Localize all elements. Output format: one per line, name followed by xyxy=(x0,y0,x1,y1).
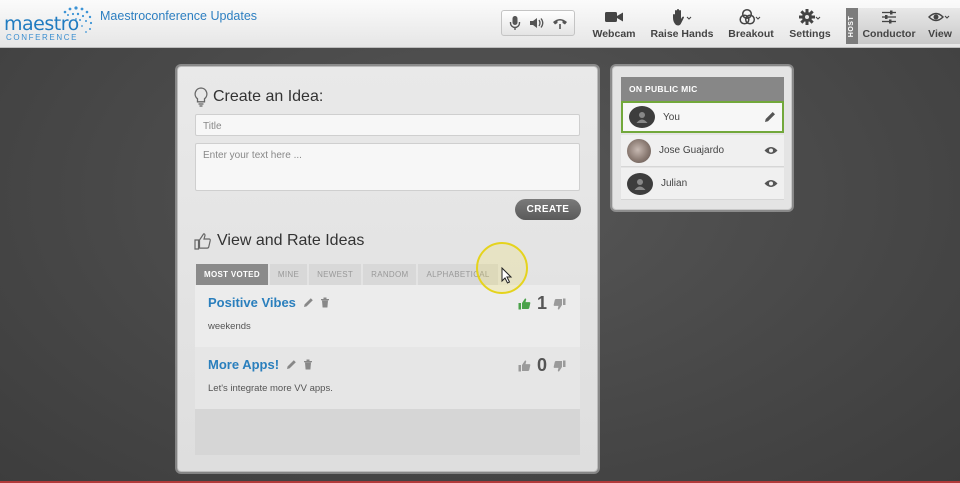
participant-action[interactable] xyxy=(764,179,778,188)
tab-most-voted[interactable]: MOST VOTED xyxy=(196,264,268,285)
create-idea-title: Create an Idea: xyxy=(213,88,324,105)
idea-title: Positive Vibes xyxy=(208,295,336,310)
webcam-label: Webcam xyxy=(592,28,636,40)
view-ideas-heading: View and Rate Ideas xyxy=(194,232,364,250)
sliders-icon xyxy=(882,10,896,24)
gear-icon xyxy=(799,9,821,25)
breakout-button[interactable]: Breakout xyxy=(727,8,775,44)
pencil-icon[interactable] xyxy=(286,359,297,370)
host-badge-label: HOST xyxy=(848,15,856,37)
participant-action[interactable] xyxy=(764,146,778,155)
thumbs-up-icon xyxy=(194,233,211,250)
logo-subtitle: CONFERENCE xyxy=(6,33,79,42)
avatar xyxy=(627,172,653,195)
audio-controls xyxy=(501,10,575,36)
pencil-icon[interactable] xyxy=(303,297,314,308)
create-button[interactable]: CREATE xyxy=(515,199,581,220)
downvote-icon[interactable] xyxy=(553,360,566,372)
logo-wordmark: maestro xyxy=(4,13,79,35)
idea-description: weekends xyxy=(208,321,251,332)
trash-icon[interactable] xyxy=(303,359,313,370)
breakout-label: Breakout xyxy=(728,28,774,40)
participant-name: Julian xyxy=(661,178,688,189)
default-avatar-icon xyxy=(634,178,646,190)
hang-up-phone-icon[interactable] xyxy=(552,16,568,30)
view-button[interactable]: View xyxy=(924,8,956,44)
ideas-list: Positive Vibes weekends 1 More Apps! Let… xyxy=(195,285,580,455)
vote-count: 1 xyxy=(536,293,547,313)
idea-title-link[interactable]: More Apps! xyxy=(208,357,279,372)
participant-action[interactable] xyxy=(764,111,776,123)
idea-text-input[interactable]: Enter your text here ... xyxy=(195,143,580,191)
avatar xyxy=(629,106,655,128)
conductor-button[interactable]: Conductor xyxy=(862,8,916,44)
ideas-panel: Create an Idea: Title Enter your text he… xyxy=(177,66,598,472)
raise-hands-label: Raise Hands xyxy=(650,28,714,40)
tab-newest[interactable]: NEWEST xyxy=(309,264,362,285)
view-label: View xyxy=(928,28,952,40)
vote-count: 0 xyxy=(536,355,547,375)
pencil-icon[interactable] xyxy=(764,111,776,123)
video-camera-icon xyxy=(605,12,623,22)
public-mic-panel: ON PUBLIC MIC You Jose Guajardo Julian xyxy=(612,66,792,210)
vote-controls: 0 xyxy=(518,355,566,376)
participant-name: Jose Guajardo xyxy=(659,145,725,156)
idea-sort-tabs: MOST VOTED MINE NEWEST RANDOM ALPHABETIC… xyxy=(196,264,500,285)
tab-mine[interactable]: MINE xyxy=(269,264,308,285)
idea-title-placeholder: Title xyxy=(203,121,222,132)
view-ideas-title: View and Rate Ideas xyxy=(217,232,365,249)
mouse-pointer-icon xyxy=(501,267,513,284)
eye-icon[interactable] xyxy=(764,179,778,188)
list-item: Positive Vibes weekends 1 xyxy=(195,285,580,347)
idea-text-placeholder: Enter your text here ... xyxy=(203,150,302,161)
idea-title-input[interactable]: Title xyxy=(195,114,580,136)
breakout-circles-icon xyxy=(739,8,761,25)
participant-row-you[interactable]: You xyxy=(621,101,784,133)
public-mic-header: ON PUBLIC MIC xyxy=(621,77,784,101)
idea-description: Let's integrate more VV apps. xyxy=(208,383,333,394)
create-idea-heading: Create an Idea: xyxy=(194,87,323,107)
settings-button[interactable]: Settings xyxy=(789,8,831,44)
avatar xyxy=(627,138,651,163)
webcam-button[interactable]: Webcam xyxy=(592,8,636,44)
host-badge: HOST xyxy=(846,8,858,44)
idea-title-link[interactable]: Positive Vibes xyxy=(208,295,296,310)
vote-controls: 1 xyxy=(518,293,566,314)
participant-name: You xyxy=(663,111,680,123)
upvote-icon[interactable] xyxy=(518,297,531,310)
raise-hands-button[interactable]: Raise Hands xyxy=(650,8,714,44)
trash-icon[interactable] xyxy=(320,297,330,308)
eye-icon[interactable] xyxy=(764,146,778,155)
list-item: More Apps! Let's integrate more VV apps.… xyxy=(195,347,580,409)
tab-random[interactable]: RANDOM xyxy=(363,264,417,285)
top-toolbar: maestro CONFERENCE Maestroconference Upd… xyxy=(0,0,960,48)
maestro-logo: maestro CONFERENCE xyxy=(4,4,96,44)
raised-hand-icon xyxy=(673,9,692,26)
default-avatar-icon xyxy=(636,112,648,123)
conductor-label: Conductor xyxy=(862,28,916,40)
eye-icon xyxy=(928,12,950,22)
participant-row[interactable]: Jose Guajardo xyxy=(621,135,784,167)
conference-title: Maestroconference Updates xyxy=(100,9,258,23)
participant-row[interactable]: Julian xyxy=(621,168,784,200)
downvote-icon[interactable] xyxy=(553,298,566,310)
lightbulb-icon xyxy=(194,87,208,107)
idea-title: More Apps! xyxy=(208,357,319,372)
speaker-icon[interactable] xyxy=(529,16,545,30)
microphone-icon[interactable] xyxy=(508,15,522,31)
settings-label: Settings xyxy=(789,28,831,40)
upvote-icon[interactable] xyxy=(518,359,531,372)
